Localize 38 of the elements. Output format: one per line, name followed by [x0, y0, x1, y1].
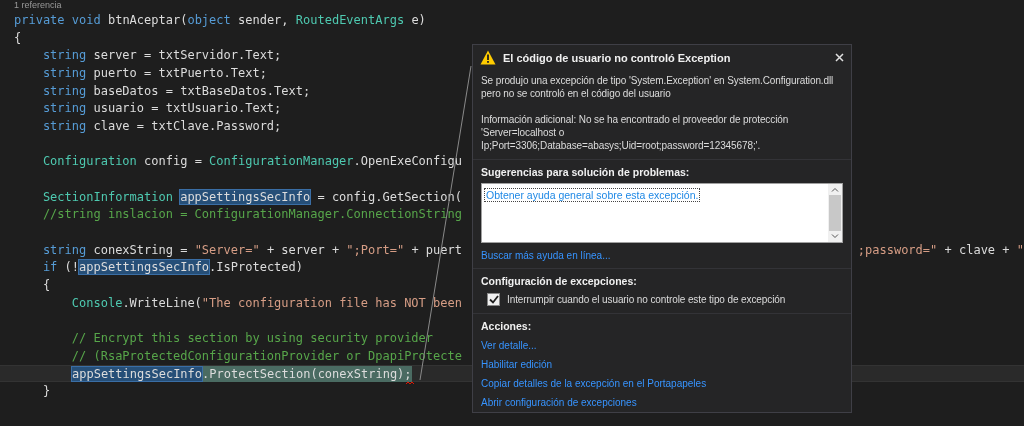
- code-line: // Encrypt this section by using security provider: [70, 330, 434, 347]
- checkbox[interactable]: [487, 293, 500, 306]
- code-line: SectionInformation appSettingsSecInfo = config.GetSection(: [41, 188, 462, 205]
- code-line: string baseDatos = txtBaseDatos.Text;: [41, 82, 311, 99]
- code-line: }: [41, 383, 51, 400]
- action-link[interactable]: Copiar detalles de la excepción en el Portapapeles: [481, 378, 707, 389]
- section-heading: Configuración de excepciones:: [481, 275, 638, 287]
- code-line: string server = txtServidor.Text;: [41, 47, 282, 64]
- code-line: {: [41, 277, 51, 294]
- code-line: Configuration config = ConfigurationManager.OpenExeConfigu: [41, 153, 462, 170]
- online-help-link[interactable]: Buscar más ayuda en línea...: [481, 250, 611, 261]
- code-line: string clave = txtClave.Password;: [41, 117, 282, 134]
- section-heading: Sugerencias para solución de problemas:: [481, 166, 691, 178]
- scroll-down-icon[interactable]: [831, 234, 839, 239]
- scroll-up-icon[interactable]: [831, 187, 839, 192]
- code-line: {: [14, 29, 22, 46]
- popup-title: El código de usuario no controló Exception: [503, 51, 732, 64]
- reference-count[interactable]: 1 referencia: [14, 0, 62, 11]
- section-heading: Acciones:: [481, 320, 533, 332]
- code-line: private void btnAceptar(object sender, RoutedEventArgs e): [14, 11, 426, 28]
- code-line: //string inslacion = ConfigurationManager.ConnectionString: [41, 206, 462, 223]
- action-link[interactable]: Abrir configuración de excepciones: [481, 397, 637, 408]
- warning-icon: [480, 50, 496, 65]
- code-line: string conexString = "Server=" + server + ";Port=" + puert: [41, 241, 462, 258]
- code-line: if (!appSettingsSecInfo.IsProtected): [41, 259, 303, 276]
- additional-info: Información adicional: No se ha encontrado el proveedor de protección 'Server=localhost o Ip;Port=3306;Database=abasys;Uid=root;password=12345678;'.: [481, 113, 790, 152]
- action-link[interactable]: Habilitar edición: [481, 359, 553, 370]
- checkbox-label: Interrumpir cuando el usuario no controle este tipo de excepción: [507, 293, 786, 306]
- code-line: ;password=" + clave + ": [857, 241, 1024, 258]
- code-line: string puerto = txtPuerto.Text;: [41, 64, 267, 81]
- help-link[interactable]: Obtener ayuda general sobre esta excepción.: [484, 188, 701, 202]
- close-icon[interactable]: [835, 53, 844, 62]
- exception-message: Se produjo una excepción de tipo 'System.Exception' en System.Configuration.dll pero no se controló en el código del usuario: [481, 74, 835, 100]
- code-line: string usuario = txtUsuario.Text;: [41, 100, 282, 117]
- code-line: // (RsaProtectedConfigurationProvider or DpapiProtecte: [70, 347, 462, 364]
- scrollbar[interactable]: [828, 184, 842, 242]
- action-link[interactable]: Ver detalle...: [481, 340, 537, 351]
- code-line: Console.WriteLine("The configuration file has NOT been: [70, 294, 462, 311]
